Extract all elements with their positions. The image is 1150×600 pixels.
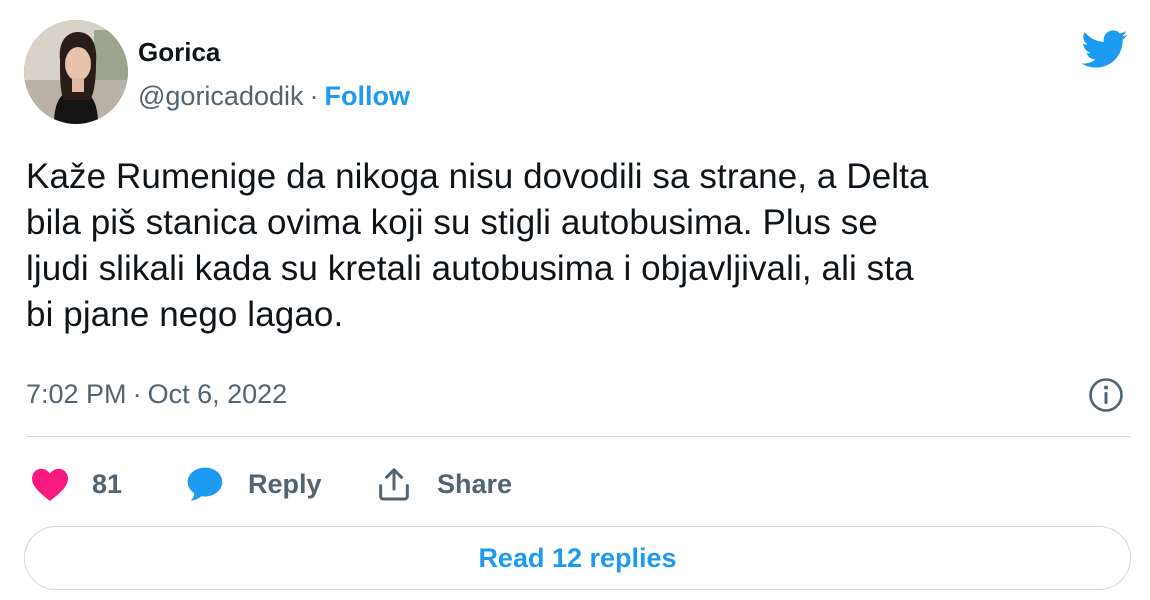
like-count[interactable]: 81 [92,458,122,510]
read-replies-button[interactable]: Read 12 replies [24,526,1131,590]
heart-icon[interactable] [30,466,70,502]
share-button[interactable]: Share [437,458,512,510]
tweet-card: Gorica @goricadodik · Follow Kaže Rumenige… [0,0,1150,600]
speech-bubble-icon[interactable] [184,464,226,504]
tweet-text: Kaže Rumenige da nikoga nisu dovodili sa… [26,157,929,334]
tweet-time: 7:02 PM [26,379,127,409]
timestamp-separator: · [132,379,142,409]
handle-separator: · [309,81,319,111]
author-name[interactable]: Gorica [138,36,220,68]
info-icon[interactable] [1087,376,1125,414]
tweet-timestamp[interactable]: 7:02 PM · Oct 6, 2022 [26,377,287,411]
follow-button[interactable]: Follow [325,81,410,111]
share-label: Share [437,469,513,499]
divider [26,436,1131,437]
author-handle[interactable]: @goricadodik [138,81,304,111]
author-handle-row: @goricadodik · Follow [138,79,410,113]
reply-button[interactable]: Reply [248,458,322,510]
avatar-photo [24,20,128,124]
tweet-date: Oct 6, 2022 [147,379,288,409]
avatar[interactable] [24,20,128,124]
reply-label: Reply [248,469,322,499]
share-icon[interactable] [374,464,414,504]
twitter-bird-icon[interactable] [1078,26,1132,72]
